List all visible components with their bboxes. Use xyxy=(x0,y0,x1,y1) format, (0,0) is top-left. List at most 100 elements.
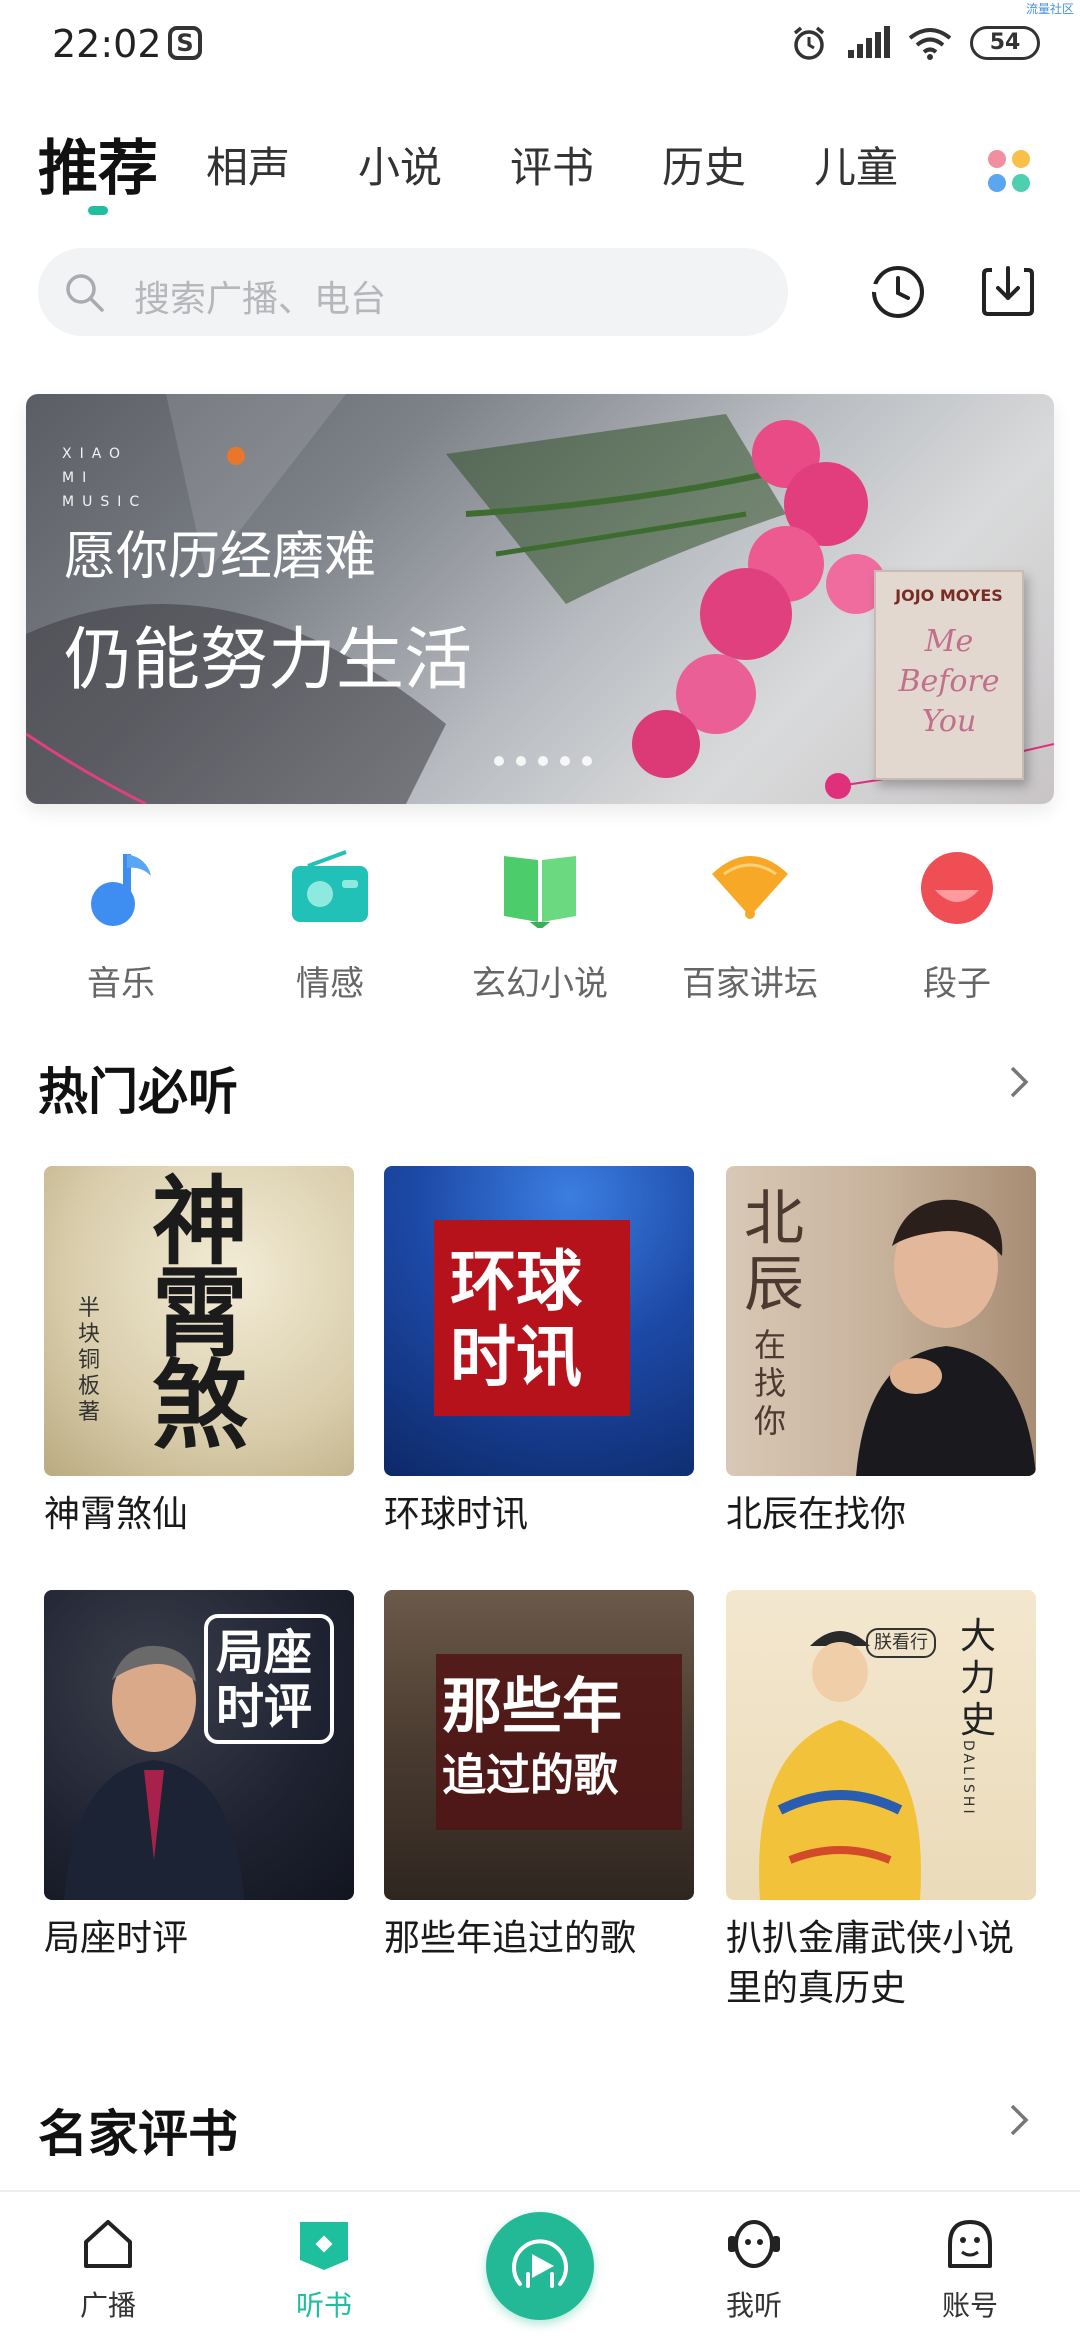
cover-title-text: 那些年 xyxy=(442,1672,622,1742)
cover-subtitle-text: DALISHI xyxy=(960,1740,976,1817)
hot-item-card[interactable]: 那些年 追过的歌 那些年追过的歌 xyxy=(384,1590,694,1964)
card-title: 那些年追过的歌 xyxy=(384,1918,637,1959)
download-icon[interactable] xyxy=(978,262,1038,322)
book-author: JOJO MOYES xyxy=(895,586,1003,605)
book-icon xyxy=(504,856,576,930)
hot-item-card[interactable]: 北辰 在找你 北辰在找你 xyxy=(726,1166,1036,1540)
nav-label: 广播 xyxy=(79,2289,136,2322)
cover-shenxiao: 神霄煞 半块铜板著 xyxy=(44,1166,354,1476)
banner-headline-2: 仍能努力生活 xyxy=(64,621,473,700)
cover-title-text: 大力史 xyxy=(960,1616,997,1741)
cover-subtitle-text: 追过的歌 xyxy=(442,1750,618,1801)
tab-recommend[interactable]: 推荐 xyxy=(38,120,158,207)
tab-novel[interactable]: 小说 xyxy=(358,134,442,195)
card-title: 环球时讯 xyxy=(384,1494,529,1535)
category-label: 情感 xyxy=(296,964,364,1004)
banner-book: JOJO MOYES Me Before You xyxy=(874,570,1024,780)
category-shortcuts: 音乐 情感 玄幻小说 百家讲坛 段子 xyxy=(0,848,1080,1004)
category-fantasy-novel[interactable]: 玄幻小说 xyxy=(450,848,630,1005)
tab-children[interactable]: 儿童 xyxy=(814,134,898,195)
banner-dot xyxy=(494,756,504,766)
banner-dot xyxy=(582,756,592,766)
hot-item-card[interactable]: 局座时评 局座时评 xyxy=(44,1590,354,1964)
cover-badge-text: 朕看行 xyxy=(866,1628,936,1658)
tab-storytelling[interactable]: 评书 xyxy=(510,134,594,195)
apps-grid-icon[interactable] xyxy=(986,148,1032,194)
category-label: 段子 xyxy=(923,964,991,1004)
category-music[interactable]: 音乐 xyxy=(31,848,211,1005)
banner-headline-1: 愿你历经磨难 xyxy=(64,527,377,587)
wifi-icon xyxy=(908,28,952,60)
cover-global-news: 环球时讯 xyxy=(384,1166,694,1476)
now-playing-button[interactable] xyxy=(486,2212,594,2320)
category-label: 玄幻小说 xyxy=(472,964,608,1004)
search-input[interactable]: 搜索广播、电台 xyxy=(38,248,788,336)
book-title: Me Before You xyxy=(898,624,1000,739)
cover-dalishi: 朕看行 大力史 DALISHI xyxy=(726,1590,1036,1900)
hot-item-card[interactable]: 环球时讯 环球时讯 xyxy=(384,1166,694,1540)
status-time: 22:02 xyxy=(52,22,162,66)
battery-indicator: 54 xyxy=(970,26,1040,60)
cover-title-text: 神霄煞 xyxy=(152,1166,248,1462)
hot-section-more-icon[interactable] xyxy=(1004,1062,1034,1102)
cover-subtitle-text: 在找你 xyxy=(754,1326,787,1440)
nav-label: 我听 xyxy=(725,2289,782,2322)
card-title: 北辰在找你 xyxy=(726,1494,907,1535)
tab-crosstalk[interactable]: 相声 xyxy=(206,134,290,195)
cover-title-text: 局座时评 xyxy=(216,1625,313,1735)
bookmark-icon xyxy=(300,2222,348,2270)
status-bar: 22:02 S 流量社区 54 xyxy=(0,0,1080,90)
history-icon[interactable] xyxy=(868,262,928,322)
card-title: 扒扒金庸武侠小说里的真历史 xyxy=(726,1918,1015,2009)
category-label: 音乐 xyxy=(87,964,155,1004)
signal-icon xyxy=(848,26,890,58)
category-emotion[interactable]: 情感 xyxy=(240,848,420,1005)
bottom-navigation: 广播 听书 我听 账号 xyxy=(0,2190,1080,2340)
cover-old-songs: 那些年 追过的歌 xyxy=(384,1590,694,1900)
banner-dot xyxy=(560,756,570,766)
search-placeholder: 搜索广播、电台 xyxy=(134,279,387,320)
alarm-icon xyxy=(793,26,825,60)
smile-icon xyxy=(921,852,993,924)
nav-label: 听书 xyxy=(295,2289,352,2322)
nav-account[interactable]: 账号 xyxy=(900,2214,1040,2324)
famous-section-more-icon[interactable] xyxy=(1004,2100,1034,2140)
banner-brand: XIAO MI MUSIC xyxy=(62,446,148,510)
hot-section-title: 热门必听 xyxy=(38,1063,238,1121)
cover-portrait xyxy=(856,1199,1036,1476)
music-note-icon xyxy=(91,854,151,926)
search-icon xyxy=(66,274,104,312)
radio-icon xyxy=(292,850,368,922)
fan-icon xyxy=(712,856,788,919)
cover-beichen: 北辰 在找你 xyxy=(726,1166,1036,1476)
cover-subtitle-text: 半块铜板著 xyxy=(78,1296,101,1425)
category-label: 百家讲坛 xyxy=(682,964,818,1004)
category-jokes[interactable]: 段子 xyxy=(867,848,1047,1005)
category-tabs: 推荐 相声 小说 评书 历史 儿童 xyxy=(38,120,1038,220)
carrier-badge: S xyxy=(168,26,202,60)
active-tab-indicator xyxy=(88,206,108,215)
banner-dot xyxy=(516,756,526,766)
tab-history[interactable]: 历史 xyxy=(662,134,746,195)
card-title: 局座时评 xyxy=(44,1918,189,1959)
cover-commentary: 局座时评 xyxy=(44,1590,354,1900)
nav-radio[interactable]: 广播 xyxy=(38,2214,178,2324)
famous-section-title: 名家评书 xyxy=(38,2105,238,2163)
nav-audiobook[interactable]: 听书 xyxy=(254,2214,394,2324)
banner-pagination xyxy=(494,756,592,766)
promo-banner[interactable]: XIAO MI MUSIC 愿你历经磨难 仍能努力生活 JOJO MOYES M… xyxy=(26,394,1054,804)
card-title: 神霄煞仙 xyxy=(44,1494,189,1535)
cover-title-text: 环球时讯 xyxy=(450,1243,582,1396)
home-icon xyxy=(84,2220,132,2268)
headphone-face-icon xyxy=(728,2220,780,2268)
corner-watermark: 流量社区 xyxy=(1025,2,1074,16)
cover-title-text: 北辰 xyxy=(744,1184,804,1320)
nav-label: 账号 xyxy=(941,2289,998,2322)
category-lecture-room[interactable]: 百家讲坛 xyxy=(660,848,840,1005)
hot-item-card[interactable]: 朕看行 大力史 DALISHI 扒扒金庸武侠小说里的真历史 xyxy=(726,1590,1036,2014)
nav-my-listen[interactable]: 我听 xyxy=(684,2214,824,2324)
hot-item-card[interactable]: 神霄煞 半块铜板著 神霄煞仙 xyxy=(44,1166,354,1540)
account-face-icon xyxy=(948,2220,992,2268)
play-icon xyxy=(512,2239,568,2288)
banner-dot xyxy=(538,756,548,766)
